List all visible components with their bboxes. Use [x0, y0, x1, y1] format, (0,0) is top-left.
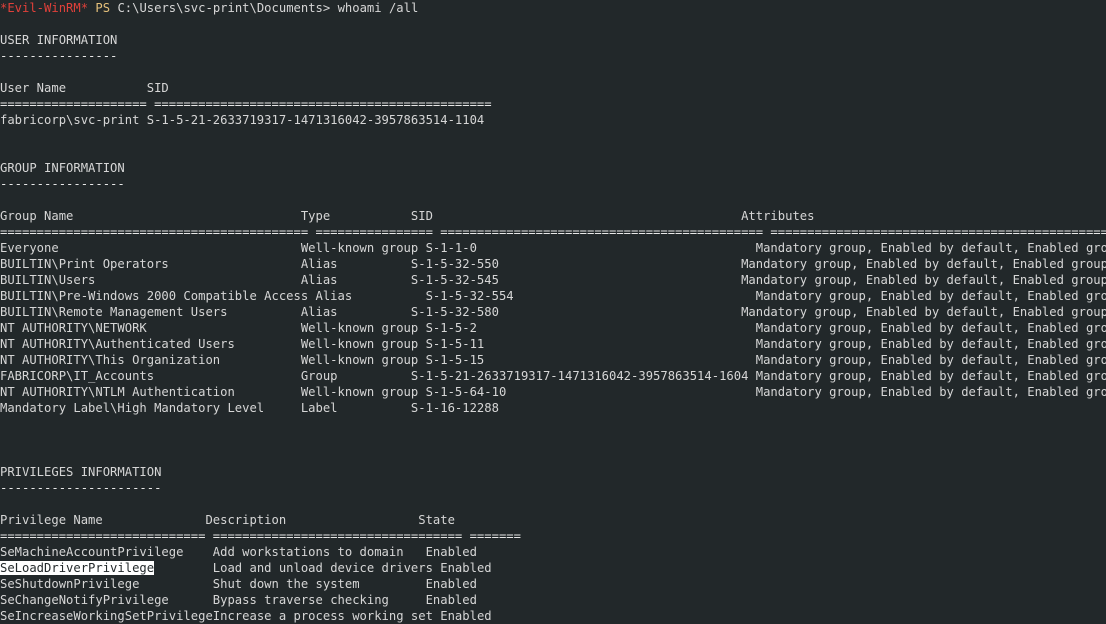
privileges-section-rule: ---------------------- — [0, 481, 162, 495]
user-header-rule-line: ==================== ===================… — [0, 96, 1106, 112]
group-row: Mandatory Label\High Mandatory Level Lab… — [0, 401, 742, 415]
group-row-line: BUILTIN\Users Alias S-1-5-32-545 Mandato… — [0, 272, 1106, 288]
privilege-row-line[interactable]: SeIncreaseWorkingSetPrivilegeIncrease a … — [0, 608, 1106, 624]
prompt-shell-tag: *Evil-WinRM* — [0, 1, 89, 15]
user-table-header: User Name SID — [0, 81, 169, 95]
group-row-line: BUILTIN\Print Operators Alias S-1-5-32-5… — [0, 256, 1106, 272]
group-row-line: BUILTIN\Pre-Windows 2000 Compatible Acce… — [0, 288, 1106, 304]
group-row-line: NT AUTHORITY\This Organization Well-know… — [0, 352, 1106, 368]
terminal-window[interactable]: *Evil-WinRM* PS C:\Users\svc-print\Docum… — [0, 0, 1106, 623]
privilege-name: SeChangeNotifyPrivilege — [0, 593, 169, 607]
privileges-table-header: Privilege Name Description State — [0, 513, 455, 527]
user-section-rule-line: ---------------- — [0, 48, 1106, 64]
spacer-group-1 — [0, 192, 1106, 208]
group-row-line: NT AUTHORITY\Authenticated Users Well-kn… — [0, 336, 1106, 352]
privilege-details: Increase a process working set Enabled — [212, 609, 492, 623]
privilege-details: Load and unload device drivers Enabled — [154, 561, 492, 575]
spacer-user-2 — [0, 128, 1106, 144]
group-header-rule-line: ========================================… — [0, 224, 1106, 240]
spacer-user-3 — [0, 144, 1106, 160]
group-section-heading: GROUP INFORMATION — [0, 161, 125, 175]
spacer-group-3 — [0, 432, 1106, 448]
privilege-row-line[interactable]: SeLoadDriverPrivilege Load and unload de… — [0, 560, 1106, 576]
privileges-section-rule-line: ---------------------- — [0, 480, 1106, 496]
user-header-line: User Name SID — [0, 80, 1106, 96]
user-table-header-rule: ==================== ===================… — [0, 97, 492, 111]
group-row-line: BUILTIN\Remote Management Users Alias S-… — [0, 304, 1106, 320]
privileges-header-line: Privilege Name Description State — [0, 512, 1106, 528]
group-table-header-rule: ========================================… — [0, 225, 1106, 239]
spacer-group-4 — [0, 448, 1106, 464]
user-section-heading-line: USER INFORMATION — [0, 32, 1106, 48]
privileges-section-heading: PRIVILEGES INFORMATION — [0, 465, 162, 479]
user-row: fabricorp\svc-print S-1-5-21-2633719317-… — [0, 113, 485, 127]
group-row: NT AUTHORITY\Authenticated Users Well-kn… — [0, 337, 1106, 351]
spacer-group-2 — [0, 416, 1106, 432]
privilege-row-line[interactable]: SeChangeNotifyPrivilege Bypass traverse … — [0, 592, 1106, 608]
prompt-line[interactable]: *Evil-WinRM* PS C:\Users\svc-print\Docum… — [0, 0, 1106, 16]
privilege-details: Bypass traverse checking Enabled — [168, 593, 477, 607]
group-row: BUILTIN\Remote Management Users Alias S-… — [0, 305, 1106, 319]
group-row-line: Everyone Well-known group S-1-1-0 Mandat… — [0, 240, 1106, 256]
group-row: NT AUTHORITY\NTLM Authentication Well-kn… — [0, 385, 1106, 399]
privilege-name: SeMachineAccountPrivilege — [0, 545, 184, 559]
user-section-rule: ---------------- — [0, 49, 118, 63]
group-table-header: Group Name Type SID Attributes — [0, 209, 815, 223]
group-row: FABRICORP\IT_Accounts Group S-1-5-21-263… — [0, 369, 1106, 383]
group-row: NT AUTHORITY\NETWORK Well-known group S-… — [0, 321, 1106, 335]
privileges-header-rule-line: ============================ ===========… — [0, 528, 1106, 544]
privilege-name: SeShutdownPrivilege — [0, 577, 140, 591]
user-row-line: fabricorp\svc-print S-1-5-21-2633719317-… — [0, 112, 1106, 128]
privilege-name-selected[interactable]: SeLoadDriverPrivilege — [0, 561, 155, 575]
privilege-details: Add workstations to domain Enabled — [183, 545, 477, 559]
spacer-after-prompt — [0, 16, 1106, 32]
group-row: Everyone Well-known group S-1-1-0 Mandat… — [0, 241, 1106, 255]
terminal-screen[interactable]: *Evil-WinRM* PS C:\Users\svc-print\Docum… — [0, 0, 1106, 624]
group-section-rule: ----------------- — [0, 177, 125, 191]
privileges-table-header-rule: ============================ ===========… — [0, 529, 521, 543]
group-row-line: Mandatory Label\High Mandatory Level Lab… — [0, 400, 1106, 416]
prompt-command[interactable]: whoami /all — [338, 1, 419, 15]
group-row-line: NT AUTHORITY\NETWORK Well-known group S-… — [0, 320, 1106, 336]
spacer-priv-1 — [0, 496, 1106, 512]
privileges-section-heading-line: PRIVILEGES INFORMATION — [0, 464, 1106, 480]
privilege-row-line[interactable]: SeShutdownPrivilege Shut down the system… — [0, 576, 1106, 592]
spacer-user-1 — [0, 64, 1106, 80]
prompt-ps-label: PS — [95, 1, 111, 15]
group-header-line: Group Name Type SID Attributes — [0, 208, 1106, 224]
group-section-heading-line: GROUP INFORMATION — [0, 160, 1106, 176]
user-section-heading: USER INFORMATION — [0, 33, 118, 47]
group-section-rule-line: ----------------- — [0, 176, 1106, 192]
group-row: NT AUTHORITY\This Organization Well-know… — [0, 353, 1106, 367]
group-row-line: FABRICORP\IT_Accounts Group S-1-5-21-263… — [0, 368, 1106, 384]
group-row: BUILTIN\Pre-Windows 2000 Compatible Acce… — [0, 289, 1106, 303]
group-row-line: NT AUTHORITY\NTLM Authentication Well-kn… — [0, 384, 1106, 400]
privilege-name: SeIncreaseWorkingSetPrivilege — [0, 609, 213, 623]
group-row: BUILTIN\Print Operators Alias S-1-5-32-5… — [0, 257, 1106, 271]
privilege-details: Shut down the system Enabled — [139, 577, 477, 591]
privilege-row-line[interactable]: SeMachineAccountPrivilege Add workstatio… — [0, 544, 1106, 560]
group-row: BUILTIN\Users Alias S-1-5-32-545 Mandato… — [0, 273, 1106, 287]
prompt-path: C:\Users\svc-print\Documents> — [117, 1, 331, 15]
